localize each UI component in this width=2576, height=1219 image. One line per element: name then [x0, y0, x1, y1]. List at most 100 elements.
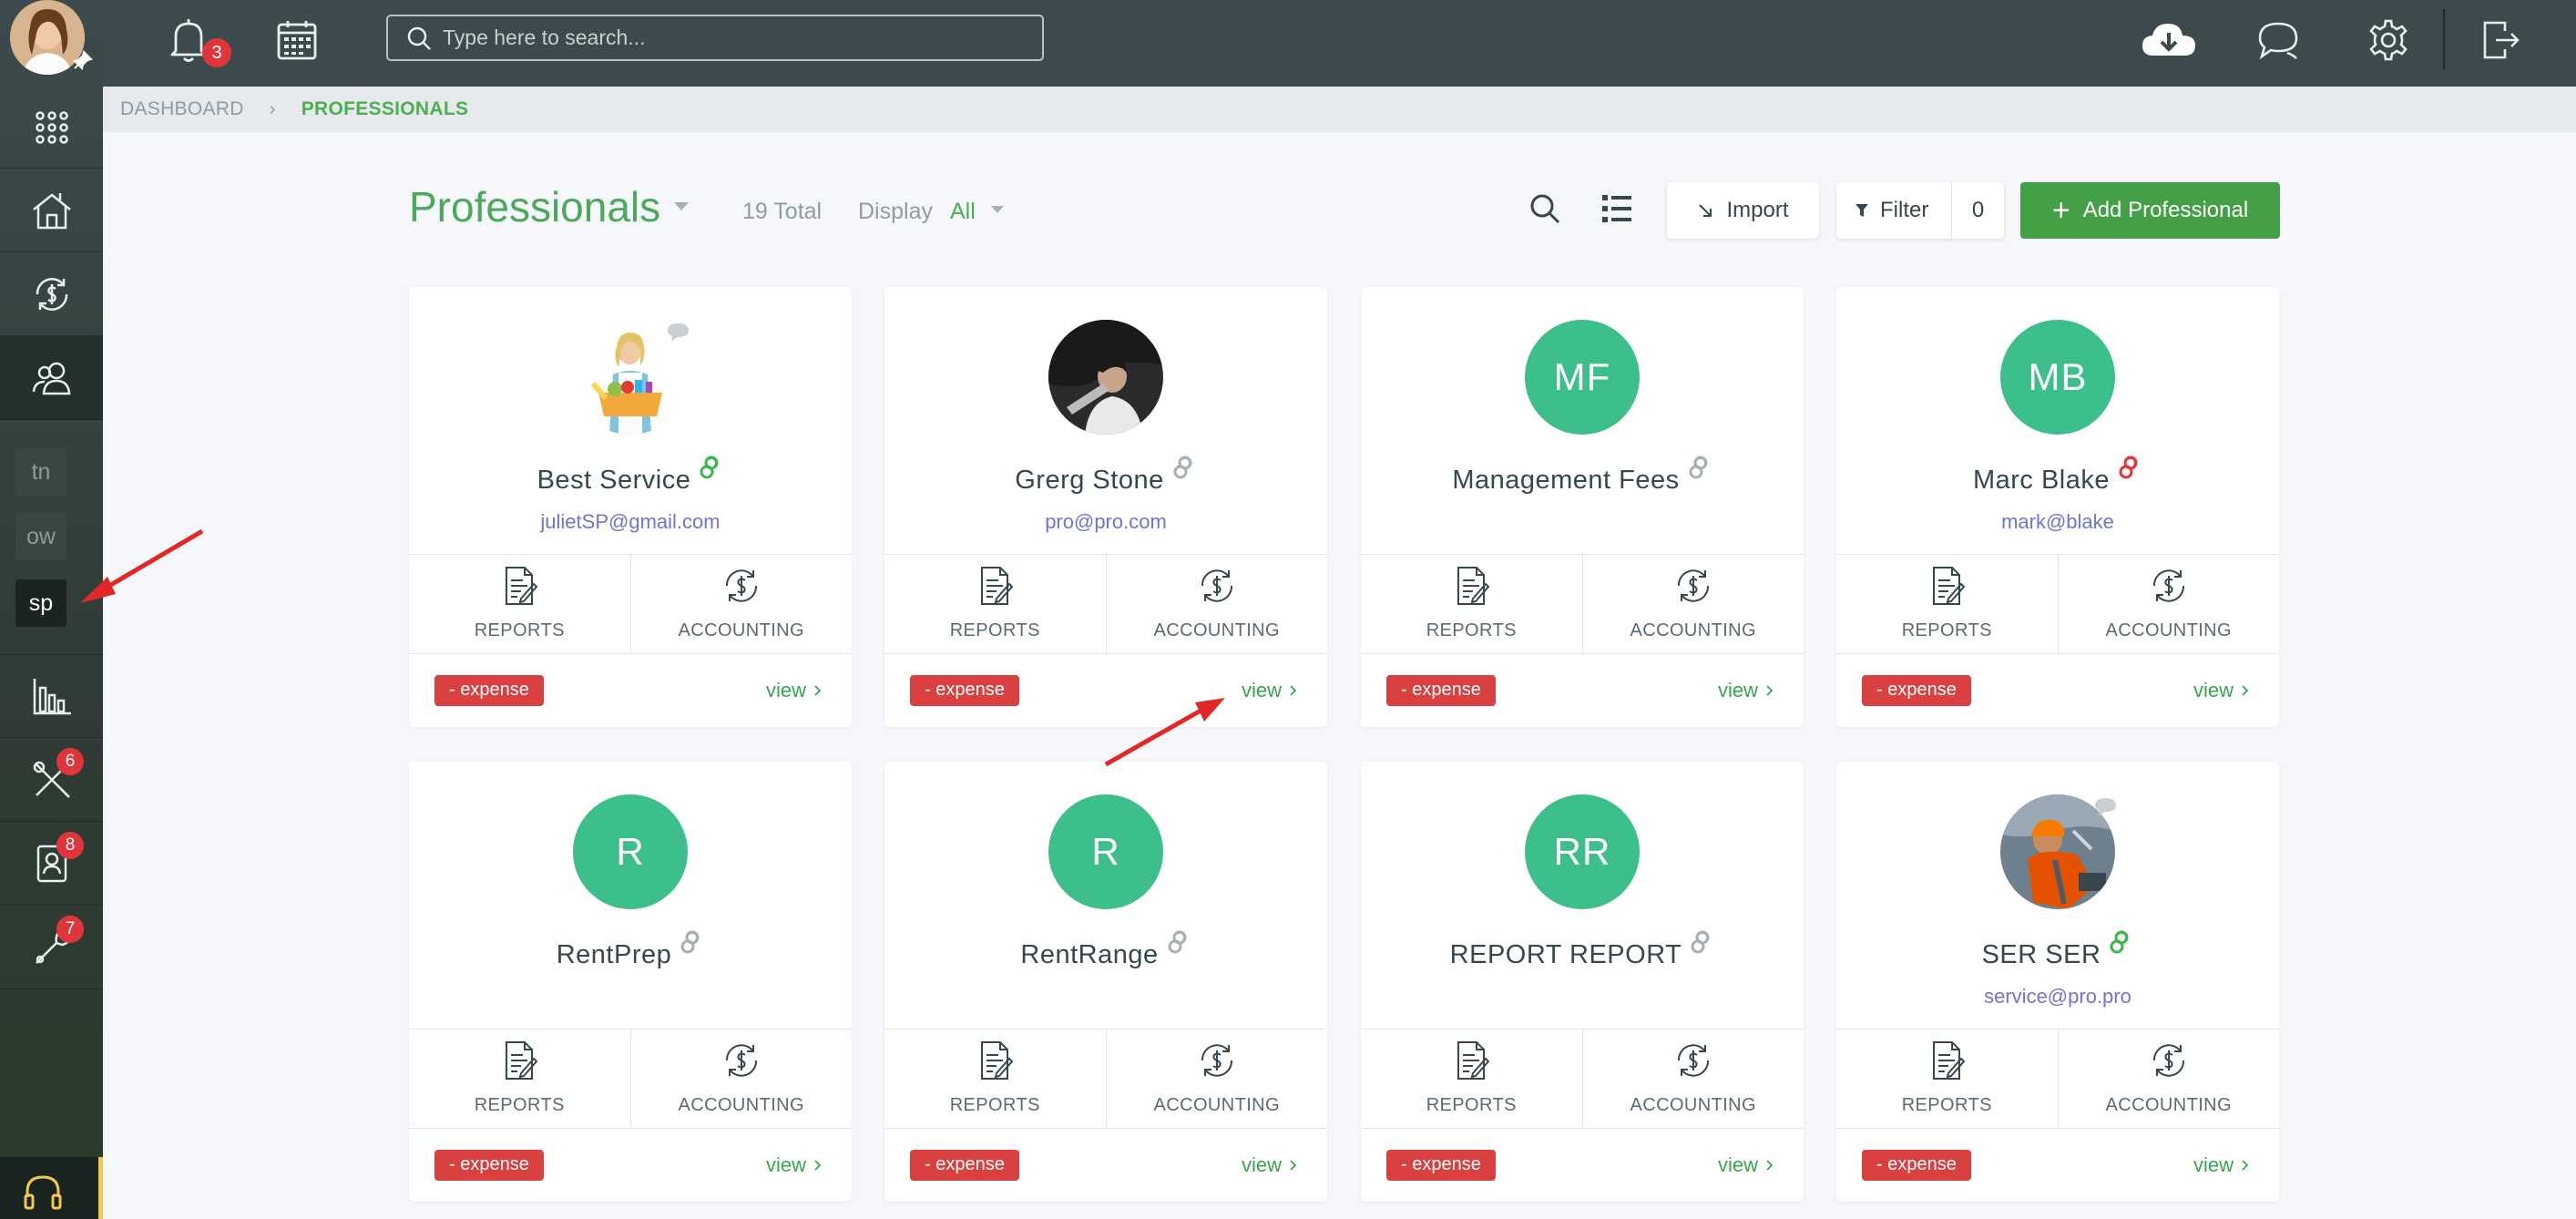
- accounting-button[interactable]: ACCOUNTING: [2057, 555, 2280, 653]
- expense-tag[interactable]: - expense: [910, 675, 1019, 706]
- professional-name[interactable]: Best Service: [537, 466, 691, 496]
- sidebar-item-contacts[interactable]: [0, 822, 103, 906]
- professional-card[interactable]: Grerg Stone pro@pro.com REPORTS ACCOUNTING -…: [884, 287, 1327, 727]
- link-status-icon: [2110, 930, 2129, 954]
- view-link[interactable]: view: [1718, 679, 1776, 702]
- view-link[interactable]: view: [766, 1153, 824, 1177]
- calendar-button[interactable]: [270, 13, 324, 67]
- settings-button[interactable]: [2361, 13, 2416, 67]
- professional-card[interactable]: RR REPORT REPORT REPORTS ACCOUNTING - expens…: [1361, 762, 1804, 1202]
- reports-button[interactable]: REPORTS: [409, 1029, 630, 1128]
- view-link[interactable]: view: [1242, 679, 1300, 702]
- chat-bubble-icon[interactable]: [664, 322, 691, 343]
- accounting-button[interactable]: ACCOUNTING: [2057, 1029, 2280, 1128]
- reports-button[interactable]: REPORTS: [884, 1029, 1106, 1128]
- view-link[interactable]: view: [2193, 1153, 2252, 1177]
- sidebar-item-maintenance[interactable]: [0, 738, 103, 822]
- title-caret-icon[interactable]: [674, 202, 689, 210]
- professional-email[interactable]: mark@blake: [1836, 510, 2279, 534]
- reports-button[interactable]: REPORTS: [1361, 555, 1582, 653]
- avatar[interactable]: RR: [1525, 794, 1640, 909]
- professional-email[interactable]: service@pro.pro: [1836, 985, 2279, 1009]
- search-toggle-button[interactable]: [1525, 189, 1565, 229]
- expense-tag[interactable]: - expense: [1386, 675, 1496, 706]
- sidebar-item-apps[interactable]: [0, 87, 103, 169]
- sidebar-item-accounting[interactable]: [0, 252, 103, 336]
- accounting-button[interactable]: ACCOUNTING: [1581, 555, 1804, 653]
- name-row: Best Service: [409, 451, 852, 496]
- chat-button[interactable]: [2251, 13, 2305, 67]
- reports-label: REPORTS: [949, 1095, 1040, 1115]
- chat-bubble-icon[interactable]: [2091, 796, 2119, 818]
- professional-card[interactable]: R RentPrep REPORTS ACCOUNTING - expense view: [409, 762, 852, 1202]
- accounting-button[interactable]: ACCOUNTING: [629, 1029, 853, 1128]
- add-professional-button[interactable]: + Add Professional: [2020, 182, 2280, 239]
- logout-button[interactable]: [2473, 13, 2528, 67]
- link-status-icon: [1168, 930, 1187, 954]
- professional-name[interactable]: Management Fees: [1452, 466, 1679, 496]
- professional-name[interactable]: Marc Blake: [1973, 466, 2110, 496]
- reports-label: REPORTS: [1901, 1095, 1992, 1115]
- filter-button[interactable]: Filter 0: [1836, 182, 2004, 239]
- search-input[interactable]: [443, 26, 1026, 50]
- sidebar-item-tn[interactable]: tn: [15, 448, 66, 496]
- page-title[interactable]: Professionals: [409, 182, 660, 231]
- filter-label: Filter: [1880, 198, 1929, 222]
- professional-email[interactable]: julietSP@gmail.com: [409, 510, 852, 534]
- sidebar-item-sp[interactable]: sp: [15, 579, 66, 627]
- link-status-icon: [2119, 456, 2138, 479]
- avatar[interactable]: MF: [1525, 320, 1640, 435]
- support-button[interactable]: [0, 1157, 103, 1219]
- professional-card[interactable]: Best Service julietSP@gmail.com REPORTS ACC…: [409, 287, 852, 727]
- pin-icon[interactable]: [73, 50, 93, 70]
- professional-card[interactable]: R RentRange REPORTS ACCOUNTING - expense view: [884, 762, 1327, 1202]
- avatar[interactable]: MB: [2000, 320, 2115, 435]
- reports-button[interactable]: REPORTS: [884, 555, 1106, 653]
- breadcrumb-dashboard[interactable]: DASHBOARD: [120, 98, 244, 120]
- sidebar-item-reports[interactable]: [0, 654, 103, 738]
- expense-tag[interactable]: - expense: [910, 1150, 1019, 1181]
- reports-button[interactable]: REPORTS: [1836, 555, 2058, 653]
- view-link[interactable]: view: [1718, 1153, 1776, 1177]
- money-cycle-icon: [1677, 569, 1709, 602]
- view-link[interactable]: view: [1242, 1153, 1300, 1177]
- accounting-button[interactable]: ACCOUNTING: [1105, 1029, 1328, 1128]
- accounting-button[interactable]: ACCOUNTING: [629, 555, 853, 653]
- professional-name[interactable]: Grerg Stone: [1015, 466, 1163, 496]
- sidebar-item-ow[interactable]: ow: [15, 513, 66, 560]
- search-box[interactable]: [386, 15, 1044, 61]
- professional-card[interactable]: SER SER service@pro.pro REPORTS ACCOUNTING -…: [1836, 762, 2279, 1202]
- expense-tag[interactable]: - expense: [1386, 1150, 1496, 1181]
- reports-button[interactable]: REPORTS: [1361, 1029, 1582, 1128]
- sidebar-item-links[interactable]: [0, 906, 103, 989]
- view-link[interactable]: view: [766, 679, 824, 702]
- expense-tag[interactable]: - expense: [1862, 675, 1971, 706]
- import-button[interactable]: Import: [1667, 182, 1819, 239]
- expense-tag[interactable]: - expense: [434, 675, 544, 706]
- avatar[interactable]: R: [1048, 794, 1163, 909]
- download-button[interactable]: [2134, 13, 2203, 67]
- professional-card[interactable]: MF Management Fees REPORTS ACCOUNTING - expe…: [1361, 287, 1804, 727]
- accounting-button[interactable]: ACCOUNTING: [1105, 555, 1328, 653]
- expense-tag[interactable]: - expense: [1862, 1150, 1971, 1181]
- reports-button[interactable]: REPORTS: [409, 555, 630, 653]
- breadcrumb-professionals: PROFESSIONALS: [301, 98, 469, 119]
- professional-name[interactable]: RentPrep: [557, 940, 672, 970]
- reports-button[interactable]: REPORTS: [1836, 1029, 2058, 1128]
- display-caret-icon[interactable]: [991, 206, 1004, 213]
- list-view-button[interactable]: [1597, 189, 1637, 229]
- sidebar-item-properties[interactable]: [0, 169, 103, 252]
- avatar[interactable]: R: [573, 794, 688, 909]
- professional-name[interactable]: RentRange: [1020, 940, 1158, 970]
- view-label: view: [2193, 1153, 2234, 1176]
- expense-tag[interactable]: - expense: [434, 1150, 544, 1181]
- display-select[interactable]: All: [950, 199, 976, 225]
- accounting-button[interactable]: ACCOUNTING: [1581, 1029, 1804, 1128]
- sidebar-item-professionals[interactable]: [0, 336, 103, 420]
- professional-email[interactable]: pro@pro.com: [884, 510, 1327, 534]
- professional-name[interactable]: REPORT REPORT: [1450, 940, 1682, 970]
- professional-name[interactable]: SER SER: [1982, 940, 2101, 970]
- view-link[interactable]: view: [2193, 679, 2252, 702]
- avatar[interactable]: [1048, 320, 1163, 435]
- professional-card[interactable]: MB Marc Blake mark@blake REPORTS ACCOUNTING -…: [1836, 287, 2279, 727]
